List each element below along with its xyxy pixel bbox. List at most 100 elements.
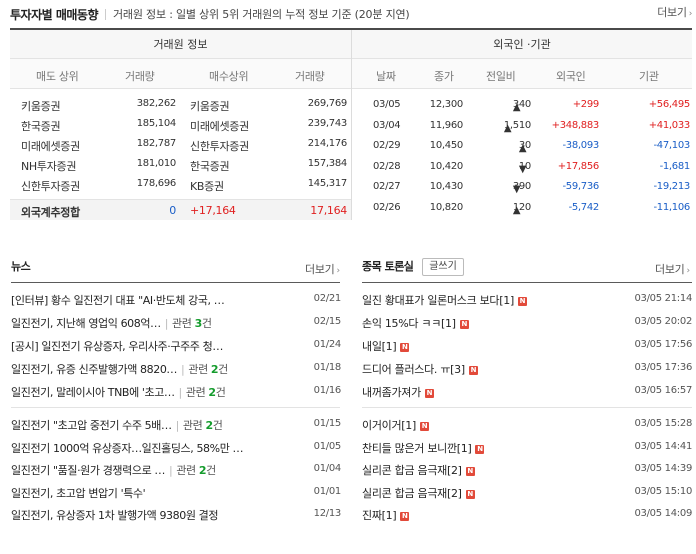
discussion-item[interactable]: 이거이거[1] N 03/05 15:28	[362, 415, 692, 435]
discussion-item[interactable]: 내꺼좀가져가 N 03/05 16:57	[362, 382, 692, 402]
news-item[interactable]: 일진전기, 유증 신주발행가액 8820… | 관련 2건 01/18	[11, 359, 341, 379]
news-item[interactable]: 일진전기 "품질·원가 경쟁력으로 … | 관련 2건 01/04	[11, 460, 341, 480]
news-headline[interactable]: 일진전기, 지난해 영업익 608억… | 관련 3건	[11, 315, 279, 331]
discussion-post-title[interactable]: 일진 황대표가 일론머스크 보다[1] N	[362, 292, 527, 308]
news-headline[interactable]: 일진전기 "품질·원가 경쟁력으로 … | 관련 2건	[11, 462, 279, 478]
related-label: 관련	[176, 464, 196, 477]
comment-count: [2]	[446, 486, 462, 500]
foreign-row: 02/27 10,430 ▼ 390 -59,736 -19,213	[352, 178, 692, 198]
related-articles[interactable]: 관련 2건	[188, 363, 228, 376]
broker-row: NH투자증권 181,010 한국증권 157,384	[10, 155, 351, 175]
news-headline[interactable]: [공시] 일진전기 유상증자, 우리사주·구주주 청…	[11, 338, 279, 354]
triangle-up-icon: ▲	[518, 143, 527, 154]
news-headline-text: 일진전기, 유상증자 1차 발행가액 9380원 결정	[11, 509, 219, 522]
discussion-item[interactable]: 드디어 플러스다. ㅠ[3] N 03/05 17:36	[362, 359, 692, 379]
news-headline[interactable]: 일진전기, 초고압 변압기 '특수'	[11, 485, 279, 501]
related-suffix: 건	[212, 419, 223, 432]
discussion-post-title[interactable]: 실리콘 합금 음극재[2] N	[362, 485, 475, 501]
foreign-row: 03/04 11,960 ▲ 1,510 +348,883 +41,033	[352, 117, 692, 137]
new-badge-icon: N	[459, 320, 469, 329]
comment-count: [1]	[441, 317, 456, 330]
news-rule	[11, 282, 340, 283]
foreign-row: 02/29 10,450 ▲ 30 -38,093 -47,103	[352, 137, 692, 157]
row-close: 10,450	[429, 140, 464, 151]
row-institution: -19,213	[653, 181, 691, 192]
post-title-text: 손익 15%다 ㅋㅋ	[362, 317, 442, 330]
news-item[interactable]: [공시] 일진전기 유상증자, 우리사주·구주주 청… 01/24	[11, 336, 341, 356]
discussion-post-title[interactable]: 진짜[1] N	[362, 507, 410, 523]
news-item[interactable]: [인터뷰] 황수 일진전기 대표 "AI·반도체 강국, … 02/21	[11, 290, 341, 310]
discussion-item[interactable]: 내일[1] N 03/05 17:56	[362, 336, 692, 356]
news-headline[interactable]: 일진전기, 말레이시아 TNB에 '초고… | 관련 2건	[11, 384, 279, 400]
news-headline-text: 일진전기, 초고압 변압기 '특수'	[11, 486, 146, 500]
related-label: 관련	[188, 363, 208, 376]
news-date: 01/18	[313, 362, 342, 373]
row-foreign: +348,883	[551, 119, 600, 131]
post-title-text: 실리콘 합금 음극재	[362, 486, 447, 500]
news-item[interactable]: 일진전기 1000억 유상증자…일진홀딩스, 58%만 … 01/05	[11, 438, 341, 458]
discussion-post-title[interactable]: 드디어 플러스다. ㅠ[3] N	[362, 361, 478, 377]
buy-volume: 239,743	[307, 118, 348, 129]
discussion-item[interactable]: 일진 황대표가 일론머스크 보다[1] N 03/05 21:14	[362, 290, 692, 310]
news-headline-text: 일진전기 1000억 유상증자…일진홀딩스, 58%만 …	[11, 441, 244, 455]
news-headline-text: [인터뷰] 황수 일진전기 대표 "AI·반도체 강국, …	[11, 294, 225, 307]
discussion-post-title[interactable]: 이거이거[1] N	[362, 417, 429, 433]
sell-volume: 178,696	[136, 178, 177, 189]
related-articles[interactable]: 관련 3건	[172, 317, 212, 330]
sell-broker-name: 키움증권	[21, 100, 61, 113]
news-item[interactable]: 일진전기, 말레이시아 TNB에 '초고… | 관련 2건 01/16	[11, 382, 341, 402]
discussion-post-title[interactable]: 찬티들 많은거 보니깐[1] N	[362, 440, 485, 456]
news-item[interactable]: 일진전기, 유상증자 1차 발행가액 9380원 결정 12/13	[11, 505, 341, 525]
news-date: 01/05	[313, 440, 342, 452]
post-datetime: 03/05 14:41	[634, 440, 692, 452]
news-date: 01/24	[313, 339, 342, 350]
row-date: 02/26	[373, 201, 401, 213]
discussion-post-title[interactable]: 내꺼좀가져가 N	[362, 384, 434, 400]
news-headline[interactable]: 일진전기, 유증 신주발행가액 8820… | 관련 2건	[11, 361, 279, 377]
row-date: 03/05	[373, 99, 401, 110]
row-date: 02/27	[373, 181, 401, 192]
discussion-item[interactable]: 진짜[1] N 03/05 14:09	[362, 505, 692, 525]
news-date: 12/13	[313, 508, 342, 519]
news-item[interactable]: 일진전기 "초고압 중전기 수주 5배… | 관련 2건 01/15	[11, 415, 341, 435]
row-change: ▲ 340	[513, 99, 531, 113]
news-item[interactable]: 일진전기, 지난해 영업익 608억… | 관련 3건 02/15	[11, 313, 341, 333]
post-datetime: 03/05 16:57	[634, 385, 692, 396]
news-date: 02/15	[313, 316, 342, 327]
write-post-button[interactable]: 글쓰기	[422, 258, 464, 276]
post-title-text: 이거이거	[362, 419, 402, 432]
discussion-item[interactable]: 손익 15%다 ㅋㅋ[1] N 03/05 20:02	[362, 313, 692, 333]
discussion-post-title[interactable]: 손익 15%다 ㅋㅋ[1] N	[362, 315, 469, 331]
foreign-row: 03/05 12,300 ▲ 340 +299 +56,495	[352, 96, 692, 116]
post-datetime: 03/05 20:02	[634, 316, 692, 327]
foreign-inst-table: 외국인 ·기관 날짜 종가 전일비 외국인 기관 03/05 12,300 ▲ 340…	[352, 30, 692, 220]
discussion-post-title[interactable]: 실리콘 합금 음극재[2] N	[362, 462, 475, 478]
news-item[interactable]: 일진전기, 초고압 변압기 '특수' 01/01	[11, 483, 341, 503]
related-suffix: 건	[206, 464, 216, 477]
post-title-text: 찬티들 많은거 보니깐	[362, 441, 457, 455]
foreign-column-headers: 날짜 종가 전일비 외국인 기관	[352, 59, 692, 89]
news-headline[interactable]: [인터뷰] 황수 일진전기 대표 "AI·반도체 강국, …	[11, 292, 279, 308]
news-date: 02/21	[313, 293, 342, 304]
discussion-more-link[interactable]: 더보기 ›	[655, 261, 690, 277]
news-headline[interactable]: 일진전기, 유상증자 1차 발행가액 9380원 결정	[11, 507, 279, 523]
news-more-link[interactable]: 더보기 ›	[305, 261, 340, 277]
foreign-row: 02/26 10,820 ▲ 120 -5,742 -11,106	[352, 199, 692, 219]
discussion-post-title[interactable]: 내일[1] N	[362, 338, 410, 354]
related-articles[interactable]: 관련 2건	[176, 464, 216, 477]
chevron-right-icon: ›	[686, 266, 690, 276]
related-count: 2	[205, 419, 213, 432]
row-close: 11,960	[429, 119, 464, 131]
discussion-item[interactable]: 찬티들 많은거 보니깐[1] N 03/05 14:41	[362, 438, 692, 458]
related-articles[interactable]: 관련 2건	[183, 419, 223, 432]
news-headline[interactable]: 일진전기 1000억 유상증자…일진홀딩스, 58%만 …	[11, 440, 279, 456]
investor-more-link[interactable]: 더보기 ›	[657, 4, 692, 20]
foreign-group-header: 외국인 ·기관	[352, 30, 692, 59]
buy-volume: 157,384	[307, 158, 348, 169]
row-date: 02/29	[373, 140, 401, 151]
row-close: 12,300	[429, 99, 464, 110]
discussion-item[interactable]: 실리콘 합금 음극재[2] N 03/05 15:10	[362, 483, 692, 503]
discussion-item[interactable]: 실리콘 합금 음극재[2] N 03/05 14:39	[362, 460, 692, 480]
related-articles[interactable]: 관련 2건	[186, 386, 226, 399]
news-headline[interactable]: 일진전기 "초고압 중전기 수주 5배… | 관련 2건	[11, 417, 279, 433]
